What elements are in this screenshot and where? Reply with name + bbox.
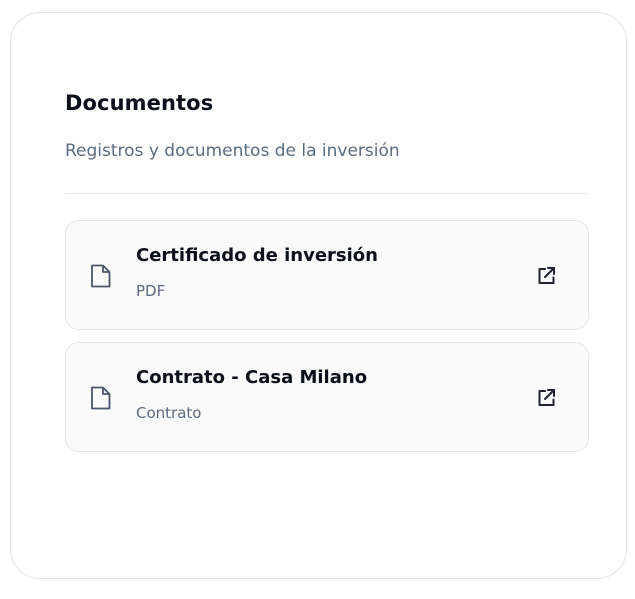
document-list: Certificado de inversión PDF Contrato - (65, 220, 589, 464)
document-text: Contrato - Casa Milano Contrato (136, 365, 518, 423)
card-subtitle: Registros y documentos de la inversión (65, 141, 400, 161)
file-icon (88, 262, 114, 290)
document-type: Contrato (136, 404, 202, 422)
document-name: Contrato - Casa Milano (136, 367, 368, 388)
external-link-icon[interactable] (534, 264, 558, 288)
document-item[interactable]: Certificado de inversión PDF (65, 220, 589, 330)
external-link-icon[interactable] (534, 386, 558, 410)
card-header: Documentos Registros y documentos de la … (65, 89, 589, 163)
divider (65, 193, 589, 194)
card-title: Documentos (65, 91, 214, 115)
document-name: Certificado de inversión (136, 245, 378, 266)
documents-card: Documentos Registros y documentos de la … (10, 12, 627, 579)
file-icon (88, 384, 114, 412)
document-item[interactable]: Contrato - Casa Milano Contrato (65, 342, 589, 452)
document-type: PDF (136, 282, 166, 300)
document-text: Certificado de inversión PDF (136, 243, 518, 301)
